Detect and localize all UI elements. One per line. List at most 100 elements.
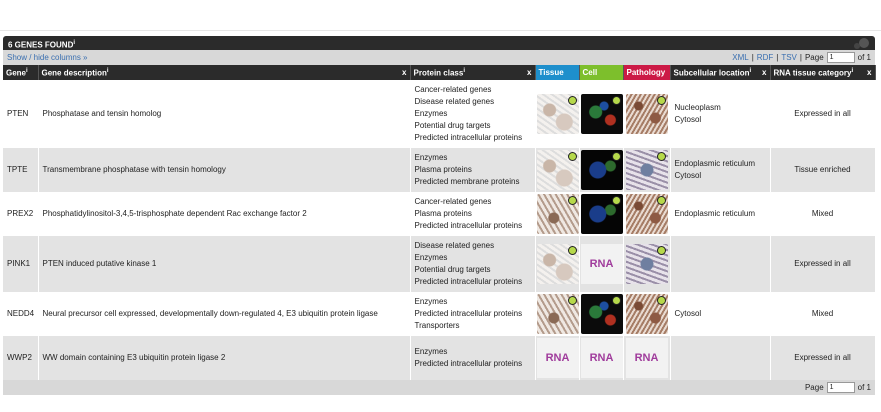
- col-pathology[interactable]: Pathology: [623, 65, 671, 80]
- reliability-icon: [656, 196, 666, 205]
- cell-thumbnail[interactable]: [580, 294, 622, 334]
- tissue-cell[interactable]: [535, 292, 580, 336]
- gene-description: WW domain containing E3 ubiquitin protei…: [38, 336, 411, 380]
- protein-class-list: Enzymes Predicted intracellular proteins: [410, 336, 536, 380]
- genes-table: Genei Gene descriptioni x Protein classi x…: [3, 65, 876, 380]
- pathology-thumbnail[interactable]: [625, 194, 668, 234]
- col-gene-description[interactable]: Gene descriptioni x: [38, 65, 411, 80]
- tissue-cell[interactable]: [535, 148, 580, 192]
- separator: |: [751, 53, 754, 62]
- info-icon: i: [106, 67, 109, 74]
- gene-link[interactable]: PINK1: [3, 236, 39, 292]
- col-rna-tissue-category[interactable]: RNA tissue categoryi x: [770, 65, 876, 80]
- pathology-cell[interactable]: [623, 80, 671, 148]
- reliability-icon: [656, 246, 666, 255]
- subcellular-location: [670, 236, 771, 292]
- tissue-thumbnail[interactable]: [536, 150, 578, 190]
- close-column-icon[interactable]: x: [762, 68, 766, 77]
- protein-class-list: Cancer-related genes Disease related gen…: [410, 80, 536, 148]
- reliability-icon: [611, 196, 621, 205]
- reliability-icon: [567, 96, 577, 105]
- protein-class-item: Enzymes: [414, 347, 448, 356]
- pathology-cell[interactable]: [623, 148, 671, 192]
- rna-tissue-category: Mixed: [770, 292, 876, 336]
- subcellular-location: Endoplasmic reticulum Cytosol: [670, 148, 771, 192]
- col-tissue[interactable]: Tissue: [535, 65, 580, 80]
- page-label: Page: [804, 53, 824, 62]
- gene-link[interactable]: PTEN: [3, 80, 39, 148]
- rna-placeholder[interactable]: RNA: [580, 244, 622, 284]
- protein-class-item: Disease related genes: [414, 241, 495, 250]
- table-row: PREX2 Phosphatidylinositol-3,4,5-trispho…: [3, 192, 876, 236]
- gene-link[interactable]: TPTE: [3, 148, 39, 192]
- tissue-cell[interactable]: RNA: [535, 336, 580, 380]
- xml-export-link[interactable]: XML: [732, 50, 748, 65]
- rna-tissue-category: Expressed in all: [770, 336, 876, 380]
- gene-description: PTEN induced putative kinase 1: [38, 236, 411, 292]
- rdf-export-link[interactable]: RDF: [757, 50, 773, 65]
- footer-paging: Page 1 of 1: [805, 380, 871, 395]
- protein-class-item: Transporters: [414, 321, 460, 330]
- protein-class-item: Plasma proteins: [414, 209, 472, 218]
- pathology-cell[interactable]: [623, 236, 671, 292]
- tissue-cell[interactable]: [535, 192, 580, 236]
- info-icon: i: [463, 67, 465, 74]
- cell-thumbnail[interactable]: [580, 94, 622, 134]
- gene-description: Neural precursor cell expressed, develop…: [38, 292, 411, 336]
- tissue-thumbnail[interactable]: [536, 194, 578, 234]
- rna-placeholder[interactable]: RNA: [580, 338, 622, 378]
- page-input[interactable]: 1: [826, 382, 855, 393]
- tissue-thumbnail[interactable]: [536, 94, 578, 134]
- page-input[interactable]: 1: [826, 52, 855, 63]
- table-row: NEDD4 Neural precursor cell expressed, d…: [3, 292, 876, 336]
- col-cell[interactable]: Cell: [579, 65, 624, 80]
- pathology-thumbnail[interactable]: [625, 94, 668, 134]
- table-row: PINK1 PTEN induced putative kinase 1 Dis…: [3, 236, 876, 292]
- info-icon: i: [749, 67, 752, 74]
- results-count-title: 6 GENES FOUND: [8, 40, 74, 50]
- pathology-thumbnail[interactable]: [625, 294, 668, 334]
- tsv-export-link[interactable]: TSV: [781, 50, 797, 65]
- gene-description: Phosphatidylinositol-3,4,5-trisphosphate…: [38, 192, 411, 236]
- tissue-cell[interactable]: [535, 236, 580, 292]
- cell-thumbnail[interactable]: [580, 194, 622, 234]
- cell-cell[interactable]: [579, 148, 624, 192]
- table-footer: Page 1 of 1: [3, 380, 875, 395]
- pathology-thumbnail[interactable]: [625, 244, 668, 284]
- pathology-cell[interactable]: RNA: [623, 336, 671, 380]
- gene-link[interactable]: NEDD4: [3, 292, 39, 336]
- tissue-thumbnail[interactable]: [536, 294, 578, 334]
- gene-description: Phosphatase and tensin homolog: [38, 80, 411, 148]
- table-row: TPTE Transmembrane phosphatase with tens…: [3, 148, 876, 192]
- rna-placeholder[interactable]: RNA: [625, 338, 668, 378]
- cell-cell[interactable]: [579, 292, 624, 336]
- cell-cell[interactable]: [579, 192, 624, 236]
- results-header: 6 GENES FOUNDi: [3, 36, 875, 50]
- gene-link[interactable]: PREX2: [3, 192, 39, 236]
- close-column-icon[interactable]: x: [867, 68, 871, 77]
- tissue-cell[interactable]: [535, 80, 580, 148]
- gene-link[interactable]: WWP2: [3, 336, 39, 380]
- protein-class-item: Plasma proteins: [414, 165, 472, 174]
- protein-class-item: Predicted membrane proteins: [414, 177, 520, 186]
- reliability-icon: [656, 296, 666, 305]
- col-gene[interactable]: Genei: [3, 65, 39, 80]
- pathology-thumbnail[interactable]: [625, 150, 668, 190]
- cell-cell[interactable]: RNA: [579, 236, 624, 292]
- tissue-thumbnail[interactable]: [536, 244, 578, 284]
- cell-cell[interactable]: RNA: [579, 336, 624, 380]
- pathology-cell[interactable]: [623, 192, 671, 236]
- rna-placeholder[interactable]: RNA: [536, 338, 578, 378]
- info-icon[interactable]: i: [73, 40, 75, 46]
- col-subcellular-location[interactable]: Subcellular locationi x: [670, 65, 771, 80]
- pathology-cell[interactable]: [623, 292, 671, 336]
- show-hide-columns-link[interactable]: Show / hide columns »: [7, 50, 88, 65]
- cell-cell[interactable]: [579, 80, 624, 148]
- top-divider: [0, 30, 881, 31]
- page-count: of 1: [857, 383, 871, 392]
- close-column-icon[interactable]: x: [527, 68, 531, 77]
- close-column-icon[interactable]: x: [402, 68, 406, 77]
- col-protein-class[interactable]: Protein classi x: [410, 65, 536, 80]
- cell-thumbnail[interactable]: [580, 150, 622, 190]
- protein-class-list: Enzymes Predicted intracellular proteins…: [410, 292, 536, 336]
